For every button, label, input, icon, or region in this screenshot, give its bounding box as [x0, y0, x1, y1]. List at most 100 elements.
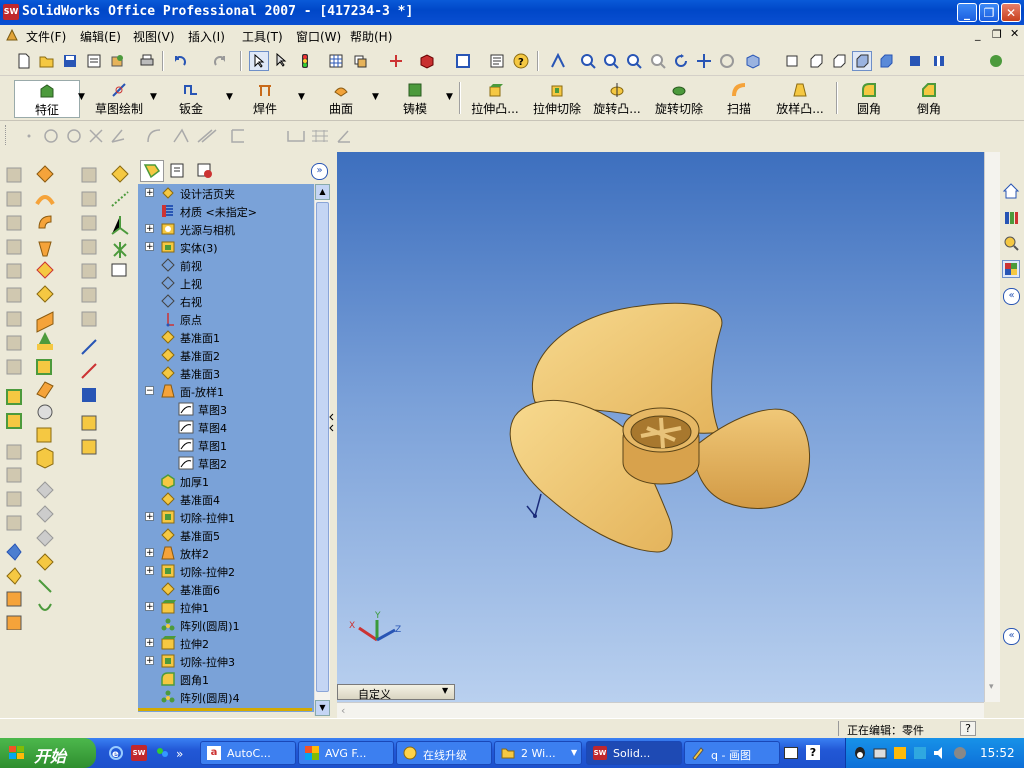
open-folder-icon[interactable]	[37, 51, 57, 71]
select-pointer-icon[interactable]	[249, 51, 269, 71]
new-document-icon[interactable]	[14, 51, 34, 71]
help-icon[interactable]: ?	[511, 51, 531, 71]
rotate-view-icon[interactable]	[671, 51, 691, 71]
tree-node[interactable]: 草图4	[138, 418, 314, 436]
tree-node[interactable]: 草图2	[138, 454, 314, 472]
fillet-button[interactable]: 圆角	[846, 80, 892, 116]
task-pane-library-icon[interactable]	[1002, 208, 1020, 226]
roll-view-icon[interactable]	[717, 51, 737, 71]
viewport-horizontal-scrollbar[interactable]: ‹	[337, 702, 984, 719]
tree-node[interactable]: 基准面1	[138, 328, 314, 346]
tree-scrollbar[interactable]: ▲ ▼	[314, 184, 330, 716]
reference-geometry-toolbar[interactable]	[108, 160, 132, 280]
menu-file[interactable]: 文件(F)	[26, 28, 66, 45]
expand-plus-icon[interactable]: +	[145, 656, 154, 666]
rebuild-traffic-light-icon[interactable]	[295, 51, 315, 71]
tab-surfaces[interactable]: 曲面	[316, 80, 366, 116]
add-in-icon[interactable]	[986, 51, 1006, 71]
task-pane-expand-chevron-icon[interactable]: «	[1003, 628, 1020, 645]
view-top-icon[interactable]	[806, 51, 826, 71]
tray-network-icon[interactable]	[872, 745, 888, 761]
toolbar-grip[interactable]	[5, 125, 8, 145]
menu-edit[interactable]: 编辑(E)	[80, 28, 121, 45]
tab-surfaces-dropdown-icon[interactable]: ▼	[372, 92, 379, 102]
taskbar-task-online-upgrade[interactable]: 在线升级	[396, 741, 492, 765]
tab-mold-tools[interactable]: 铸模	[390, 80, 440, 116]
zoom-in-out-icon[interactable]	[624, 51, 644, 71]
tree-node[interactable]: 原点	[138, 310, 314, 328]
language-help-icon[interactable]: ?	[806, 745, 820, 760]
tree-node[interactable]: 前视	[138, 256, 314, 274]
tab-weldments[interactable]: 焊件	[240, 80, 290, 116]
expand-plus-icon[interactable]: +	[145, 638, 154, 648]
quick-launch-solidworks-icon[interactable]: SW	[131, 745, 147, 761]
view-front-icon[interactable]	[782, 51, 802, 71]
status-help-icon[interactable]: ?	[960, 721, 976, 736]
viewport-vertical-scrollbar[interactable]: ▾	[984, 152, 1001, 702]
taskbar-task-paint[interactable]: q - 画图	[684, 741, 780, 765]
expand-plus-icon[interactable]: +	[145, 602, 154, 612]
tab-mold-tools-dropdown-icon[interactable]: ▼	[446, 92, 453, 102]
tree-node[interactable]: 材质 <未指定>	[138, 202, 314, 220]
features-toolbar-column-3[interactable]	[78, 160, 102, 460]
tree-node[interactable]: 阵列(圆周)1	[138, 616, 314, 634]
solidworks-logo-icon[interactable]: SW	[3, 4, 19, 20]
doc-minimize-button[interactable]: _	[975, 28, 981, 41]
menu-tools[interactable]: 工具(T)	[242, 28, 283, 45]
taskbar-task-solidworks[interactable]: SW Solid...	[586, 741, 682, 765]
chevron-down-icon[interactable]: ▼	[442, 686, 448, 695]
tray-security-icon[interactable]	[952, 745, 968, 761]
features-toolbar-column-1[interactable]	[3, 160, 27, 630]
tree-node[interactable]: 加厚1	[138, 472, 314, 490]
view-layer-icon[interactable]	[350, 51, 370, 71]
tree-node[interactable]: + 切除-拉伸2	[138, 562, 314, 580]
tray-volume-icon[interactable]	[932, 745, 948, 761]
tab-weldments-dropdown-icon[interactable]: ▼	[298, 92, 305, 102]
quick-launch-ie-icon[interactable]: e	[108, 745, 124, 761]
tree-node[interactable]: + 放样2	[138, 544, 314, 562]
sweep-button[interactable]: 扫描	[718, 80, 760, 116]
close-button[interactable]: ✕	[1001, 3, 1021, 22]
taskbar-task-windows-explorer[interactable]: 2 Wi... ▼	[494, 741, 582, 765]
extruded-boss-button[interactable]: 拉伸凸...	[466, 80, 524, 116]
app-menu-icon[interactable]	[4, 27, 20, 43]
view-orientation-combo[interactable]: 自定义 ▼	[337, 684, 455, 701]
expand-plus-icon[interactable]: +	[145, 188, 154, 198]
tree-node[interactable]: + 切除-拉伸1	[138, 508, 314, 526]
menu-window[interactable]: 窗口(W)	[296, 28, 341, 45]
tab-features[interactable]: 特征	[14, 80, 80, 118]
tree-node[interactable]: + 切除-拉伸3	[138, 652, 314, 670]
panel-splitter-handle[interactable]	[329, 412, 334, 434]
menu-help[interactable]: 帮助(H)	[350, 28, 392, 45]
start-button[interactable]: 开始	[0, 738, 96, 768]
tab-sketch-dropdown-icon[interactable]: ▼	[150, 92, 157, 102]
display-style-icon[interactable]	[743, 51, 763, 71]
menu-insert[interactable]: 插入(I)	[188, 28, 225, 45]
print-icon[interactable]	[137, 51, 157, 71]
quick-launch-messenger-icon[interactable]	[154, 745, 170, 761]
view-orientation-icon[interactable]	[548, 51, 568, 71]
quick-launch-overflow-icon[interactable]: »	[176, 747, 183, 761]
tree-node[interactable]: 草图3	[138, 400, 314, 418]
options-grid-icon[interactable]	[326, 51, 346, 71]
tree-node[interactable]: + 设计活页夹	[138, 184, 314, 202]
make-assembly-icon[interactable]	[107, 51, 127, 71]
select-other-icon[interactable]	[272, 51, 292, 71]
taskbar-task-avg[interactable]: AVG F...	[298, 741, 394, 765]
tab-configuration-manager[interactable]	[194, 160, 218, 182]
revolved-cut-button[interactable]: 旋转切除	[650, 80, 708, 116]
expand-plus-icon[interactable]: +	[145, 224, 154, 234]
graphics-viewport[interactable]: X Y Z 自定义 ▼	[337, 152, 984, 702]
propeller-model[interactable]: X Y Z	[337, 152, 984, 702]
tab-sketch[interactable]: 草图绘制	[88, 80, 150, 116]
tab-property-manager[interactable]	[166, 160, 190, 182]
shaded-icon[interactable]	[876, 51, 896, 71]
tree-node[interactable]: + 实体(3)	[138, 238, 314, 256]
zoom-to-fit-icon[interactable]	[578, 51, 598, 71]
extruded-cut-button[interactable]: 拉伸切除	[528, 80, 586, 116]
chamfer-button[interactable]: 倒角	[906, 80, 952, 116]
tray-update-icon[interactable]	[912, 745, 928, 761]
qq-icon[interactable]	[852, 745, 868, 761]
keyboard-icon[interactable]	[784, 747, 798, 759]
save-icon[interactable]	[60, 51, 80, 71]
